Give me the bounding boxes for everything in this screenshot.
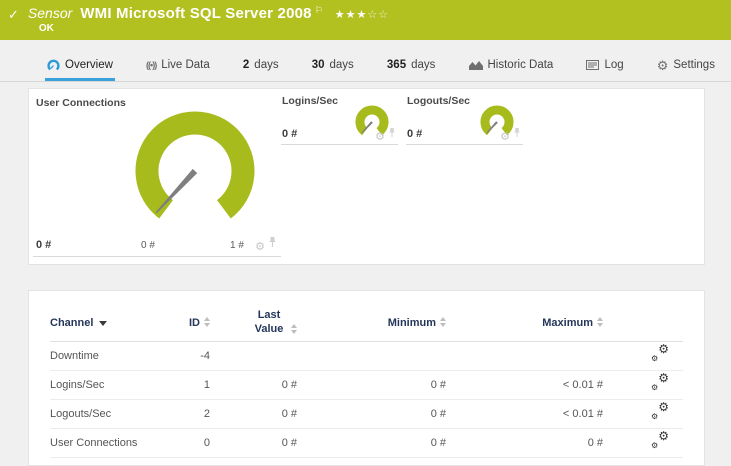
gauge-scale-max: 1 #	[230, 240, 244, 251]
cell-maximum: 0 #	[587, 437, 603, 449]
gauge-tile-logins: Logins/Sec 0 # ⚙	[281, 93, 398, 145]
sort-icon	[597, 316, 603, 327]
cell-id: 0	[203, 437, 210, 449]
status-badge: OK	[38, 23, 54, 34]
gauge-scale-min: 0 #	[141, 240, 155, 251]
cell-last-value: 0 #	[281, 437, 297, 449]
column-header-minimum[interactable]: Minimum	[297, 316, 446, 329]
tab-settings-label: Settings	[673, 59, 715, 71]
column-header-channel[interactable]: Channel	[50, 317, 160, 329]
cell-maximum: < 0.01 #	[562, 379, 603, 391]
area-chart-icon	[468, 60, 483, 71]
channel-settings-icon[interactable]: ⚙ ⚙	[651, 401, 669, 421]
page-title: WMI Microsoft SQL Server 2008	[80, 5, 312, 22]
user-connections-gauge	[135, 111, 255, 219]
table-header-row: Channel ID Last Value Minimum Maximum	[50, 291, 683, 342]
table-row: Downtime -4 ⚙ ⚙	[50, 342, 683, 371]
priority-stars[interactable]: ★★★☆☆	[335, 8, 389, 21]
gauge-tile-logouts: Logouts/Sec 0 # ⚙	[406, 93, 523, 145]
title-block: Sensor WMI Microsoft SQL Server 2008 ⚐ ★…	[28, 5, 389, 34]
sensor-header: ✓ Sensor WMI Microsoft SQL Server 2008 ⚐…	[0, 0, 731, 40]
tab-live-data-label: Live Data	[161, 59, 210, 71]
channel-gear-icon[interactable]: ⚙	[500, 132, 510, 143]
table-row: Logouts/Sec 2 0 # 0 # < 0.01 # ⚙ ⚙	[50, 400, 683, 429]
cell-last-value: 0 #	[281, 408, 297, 420]
tab-30-days-label: days	[329, 59, 354, 71]
gauge-tile-user-connections: User Connections 0 # 1 # 0 # ⚙	[33, 93, 281, 257]
gauge-icon	[47, 59, 60, 72]
cell-minimum: 0 #	[430, 437, 446, 449]
cell-last-value: 0 #	[281, 379, 297, 391]
tab-log[interactable]: Log	[584, 52, 625, 81]
stars-empty: ☆☆	[367, 9, 390, 21]
tab-2-days-number: 2	[242, 59, 250, 71]
cell-minimum: 0 #	[430, 379, 446, 391]
tab-365-days-label: days	[411, 59, 436, 71]
cell-channel: Downtime	[50, 350, 99, 362]
tab-log-label: Log	[604, 59, 624, 71]
table-row: User Connections 0 0 # 0 # 0 # ⚙ ⚙	[50, 429, 683, 458]
cell-channel: Logouts/Sec	[50, 408, 112, 420]
gauge-current-value: 0 #	[36, 239, 52, 251]
flag-icon: ⚐	[314, 5, 323, 15]
column-header-last-value[interactable]: Last Value	[210, 309, 297, 337]
gauge-title: User Connections	[36, 97, 126, 109]
tab-historic-data[interactable]: Historic Data	[467, 52, 556, 81]
pin-icon[interactable]	[388, 125, 396, 143]
cell-channel: User Connections	[50, 437, 138, 449]
channel-gear-icon[interactable]: ⚙	[255, 242, 265, 253]
tab-365-days[interactable]: 365 days	[385, 52, 437, 81]
cell-id: 1	[203, 379, 210, 391]
sort-desc-icon	[99, 320, 108, 326]
tab-overview[interactable]: Overview	[45, 52, 115, 81]
tab-2-days-label: days	[254, 59, 279, 71]
tab-historic-data-label: Historic Data	[487, 59, 554, 71]
cell-id: 2	[203, 408, 210, 420]
column-header-maximum[interactable]: Maximum	[446, 316, 603, 329]
tab-365-days-number: 365	[386, 59, 407, 71]
status-check-icon: ✓	[8, 7, 19, 22]
channel-settings-icon[interactable]: ⚙ ⚙	[651, 343, 669, 363]
pin-icon[interactable]	[513, 125, 521, 143]
cell-id: -4	[200, 350, 210, 362]
tab-overview-label: Overview	[65, 59, 113, 71]
broadcast-icon: ((•))	[146, 60, 157, 70]
tab-bar: Overview ((•)) Live Data 2 days 30 days …	[0, 52, 731, 82]
tab-settings[interactable]: ⚙ Settings	[655, 52, 717, 81]
tab-30-days[interactable]: 30 days	[310, 52, 356, 81]
channel-settings-icon[interactable]: ⚙ ⚙	[651, 430, 669, 450]
stars-filled: ★★★	[334, 9, 368, 21]
tab-30-days-number: 30	[311, 59, 325, 71]
cell-minimum: 0 #	[430, 408, 446, 420]
gauge-current-value: 0 #	[282, 128, 298, 140]
gauge-current-value: 0 #	[407, 128, 423, 140]
channels-table-panel: Channel ID Last Value Minimum Maximum Do…	[28, 290, 705, 466]
gauge-title: Logins/Sec	[282, 95, 339, 107]
channel-gear-icon[interactable]: ⚙	[375, 132, 385, 143]
log-list-icon	[586, 60, 600, 70]
gauge-title: Logouts/Sec	[407, 95, 471, 107]
tab-live-data[interactable]: ((•)) Live Data	[144, 52, 212, 81]
table-row: Logins/Sec 1 0 # 0 # < 0.01 # ⚙ ⚙	[50, 371, 683, 400]
column-header-id[interactable]: ID	[160, 316, 210, 329]
cell-channel: Logins/Sec	[50, 379, 105, 391]
cell-maximum: < 0.01 #	[562, 408, 603, 420]
object-kind-label: Sensor	[27, 5, 73, 21]
pin-icon[interactable]	[268, 235, 277, 253]
channel-settings-icon[interactable]: ⚙ ⚙	[651, 372, 669, 392]
gauges-panel: User Connections 0 # 1 # 0 # ⚙ Logins/Se…	[28, 88, 705, 265]
gear-icon: ⚙	[656, 57, 669, 73]
tab-2-days[interactable]: 2 days	[241, 52, 281, 81]
